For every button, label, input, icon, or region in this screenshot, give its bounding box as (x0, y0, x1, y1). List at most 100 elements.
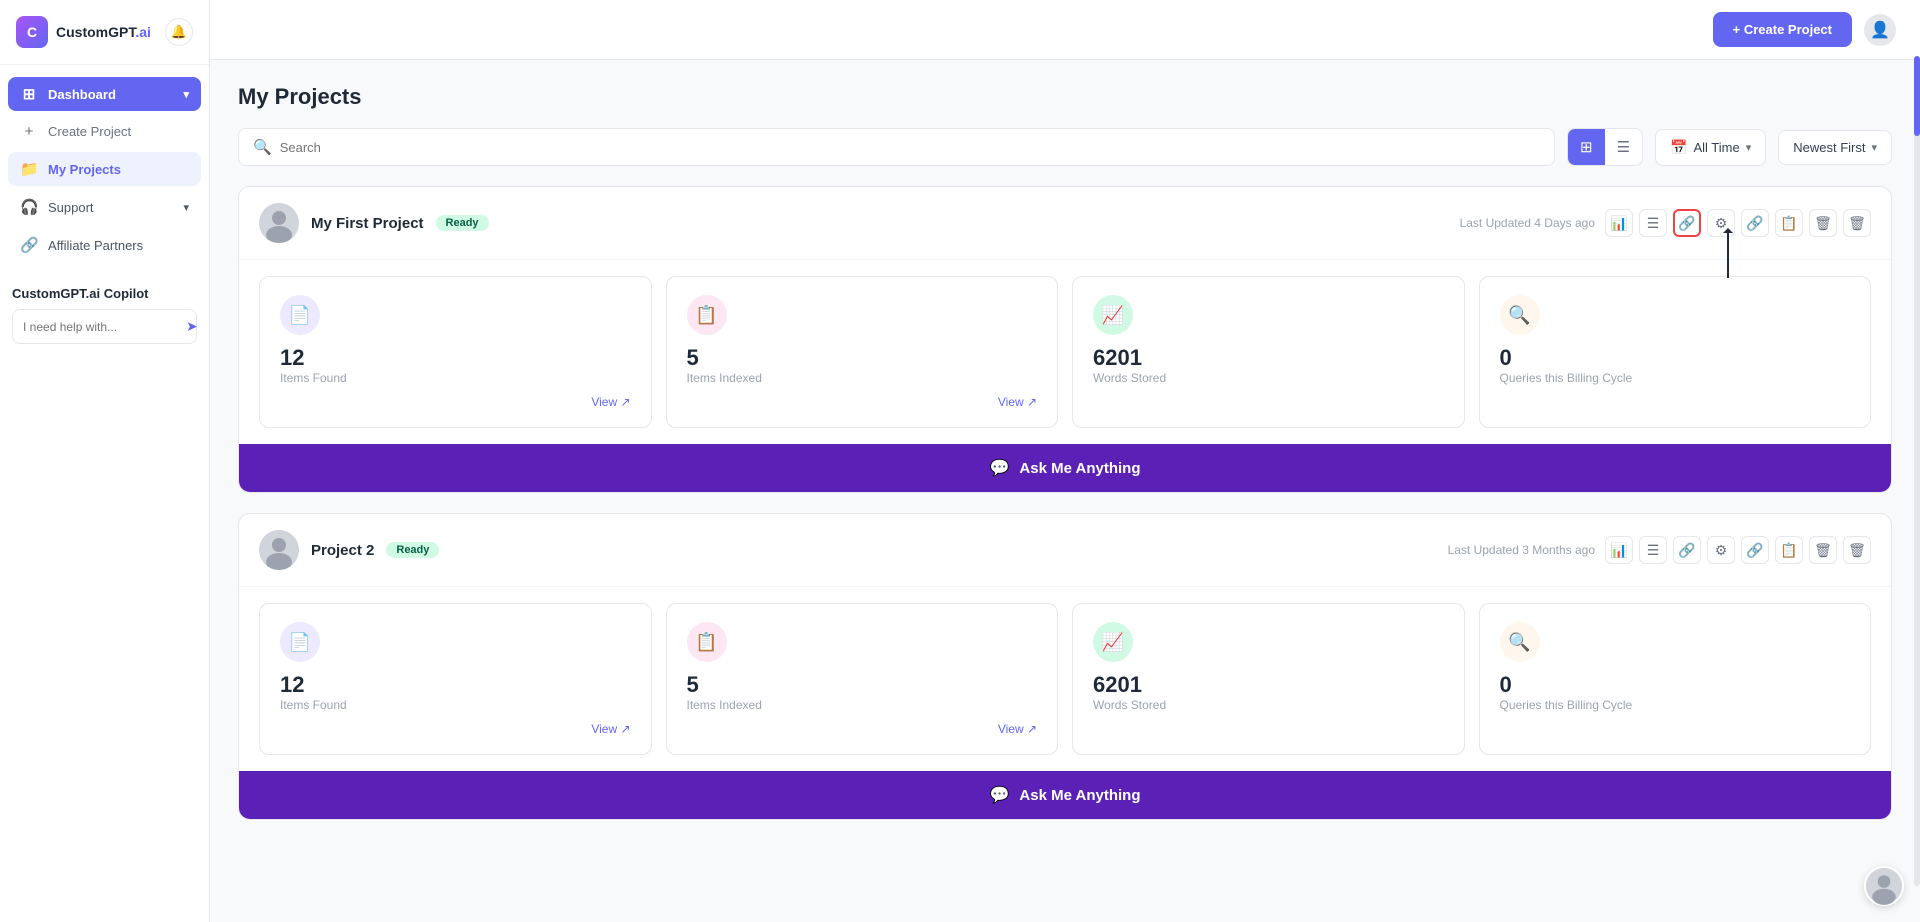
items-found-view-link[interactable]: View ↗ (591, 395, 630, 409)
share-icon[interactable]: 🔗 (1741, 536, 1769, 564)
stat-number: 6201 Words Stored (1093, 672, 1444, 712)
chevron-down-icon: ▾ (183, 88, 189, 101)
user-avatar-bottom[interactable] (1864, 866, 1904, 906)
stat-words-stored-2: 📈 6201 Words Stored (1072, 603, 1465, 755)
stat-number: 6201 Words Stored (1093, 345, 1444, 385)
list-icon[interactable]: ☰ (1639, 209, 1667, 237)
stat-number: 0 Queries this Billing Cycle (1500, 672, 1851, 712)
chat-icon: 💬 (989, 785, 1009, 805)
sidebar: C CustomGPT.ai 🔔 ⊞ Dashboard ▾ + Create … (0, 0, 210, 922)
copilot-section: CustomGPT.ai Copilot ➤ (0, 274, 209, 344)
stat-number: 0 Queries this Billing Cycle (1500, 345, 1851, 385)
settings-icon[interactable]: ⚙ (1707, 536, 1735, 564)
dashboard-icon: ⊞ (20, 85, 38, 103)
words-stored-icon: 📈 (1093, 622, 1133, 662)
sidebar-item-label: Support (48, 200, 94, 215)
queries-icon: 🔍 (1500, 622, 1540, 662)
sidebar-item-label: My Projects (48, 162, 121, 177)
logo-text: CustomGPT.ai (56, 24, 151, 40)
send-icon[interactable]: ➤ (186, 318, 198, 335)
sidebar-item-label: Affiliate Partners (48, 238, 143, 253)
delete-icon-1[interactable]: 🗑 (1809, 536, 1837, 564)
stats-icon[interactable]: 📊 (1605, 209, 1633, 237)
create-project-button[interactable]: + Create Project (1713, 12, 1852, 47)
page-title: My Projects (238, 84, 1892, 110)
stat-number: 5 Items Indexed (687, 345, 1038, 385)
main-content: + Create Project 👤 My Projects 🔍 ⊞ ☰ 📅 A… (210, 0, 1920, 922)
list-view-button[interactable]: ☰ (1605, 129, 1642, 165)
chevron-down-icon: ▾ (183, 201, 189, 214)
sort-label: Newest First (1793, 140, 1865, 155)
calendar-icon: 📅 (1670, 139, 1687, 156)
support-icon: 🎧 (20, 198, 38, 216)
items-indexed-view-link-2[interactable]: View ↗ (998, 722, 1037, 736)
delete-icon-2[interactable]: 🗑 (1843, 536, 1871, 564)
project-2-header: Project 2 Ready Last Updated 3 Months ag… (239, 514, 1891, 587)
stat-number: 12 Items Found (280, 345, 631, 385)
stat-items-indexed-1: 📋 5 Items Indexed View ↗ (666, 276, 1059, 428)
stat-number: 12 Items Found (280, 672, 631, 712)
sidebar-item-dashboard[interactable]: ⊞ Dashboard ▾ (8, 77, 201, 111)
project-card-2: Project 2 Ready Last Updated 3 Months ag… (238, 513, 1892, 820)
view-toggle: ⊞ ☰ (1567, 128, 1643, 166)
main-header: + Create Project 👤 (210, 0, 1920, 60)
link-icon[interactable]: 🔗 (1673, 536, 1701, 564)
page-content: My Projects 🔍 ⊞ ☰ 📅 All Time ▾ Newest Fi… (210, 60, 1920, 922)
stat-items-indexed-2: 📋 5 Items Indexed View ↗ (666, 603, 1059, 755)
sidebar-item-label: Create Project (48, 124, 131, 139)
affiliate-icon: 🔗 (20, 236, 38, 254)
stats-icon[interactable]: 📊 (1605, 536, 1633, 564)
logo-icon: C (16, 16, 48, 48)
queries-icon: 🔍 (1500, 295, 1540, 335)
sidebar-item-support[interactable]: 🎧 Support ▾ (8, 190, 201, 224)
words-stored-icon: 📈 (1093, 295, 1133, 335)
project-2-avatar (259, 530, 299, 570)
project-1-header: My First Project Ready Last Updated 4 Da… (239, 187, 1891, 260)
share-icon[interactable]: 🔗 (1741, 209, 1769, 237)
link-icon[interactable]: 🔗 (1673, 209, 1701, 237)
delete-icon-1[interactable]: 🗑 (1809, 209, 1837, 237)
search-box[interactable]: 🔍 (238, 128, 1555, 166)
copilot-input-box[interactable]: ➤ (12, 309, 197, 344)
project-card-1: My First Project Ready Last Updated 4 Da… (238, 186, 1892, 493)
items-found-icon: 📄 (280, 622, 320, 662)
items-indexed-icon: 📋 (687, 622, 727, 662)
sidebar-item-affiliate-partners[interactable]: 🔗 Affiliate Partners (8, 228, 201, 262)
list-icon[interactable]: ☰ (1639, 536, 1667, 564)
items-found-icon: 📄 (280, 295, 320, 335)
copy-icon[interactable]: 📋 (1775, 209, 1803, 237)
delete-icon-2[interactable]: 🗑 (1843, 209, 1871, 237)
grid-view-button[interactable]: ⊞ (1568, 129, 1605, 165)
ask-bar-label: Ask Me Anything (1019, 787, 1140, 804)
project-1-avatar (259, 203, 299, 243)
copilot-title: CustomGPT.ai Copilot (12, 286, 197, 301)
project-2-status: Ready (386, 542, 439, 558)
items-indexed-view-link[interactable]: View ↗ (998, 395, 1037, 409)
copy-icon[interactable]: 📋 (1775, 536, 1803, 564)
sidebar-item-my-projects[interactable]: 📁 My Projects (8, 152, 201, 186)
project-2-stats: 📄 12 Items Found View ↗ 📋 5 Items Indexe… (239, 587, 1891, 771)
notification-bell-icon[interactable]: 🔔 (165, 18, 193, 46)
sort-filter[interactable]: Newest First ▾ (1778, 130, 1892, 165)
copilot-input[interactable] (23, 320, 178, 334)
stat-words-stored-1: 📈 6201 Words Stored (1072, 276, 1465, 428)
project-1-meta: Last Updated 4 Days ago 📊 ☰ 🔗 ⚙ 🔗 📋 🗑 🗑 (1460, 209, 1871, 237)
stat-number: 5 Items Indexed (687, 672, 1038, 712)
chevron-down-icon: ▾ (1746, 141, 1752, 154)
scrollbar[interactable] (1914, 56, 1920, 886)
sidebar-item-label: Dashboard (48, 87, 116, 102)
ask-me-anything-bar-2[interactable]: 💬 Ask Me Anything (239, 771, 1891, 819)
header-avatar: 👤 (1864, 14, 1896, 46)
project-2-last-updated: Last Updated 3 Months ago (1448, 543, 1595, 557)
scrollbar-thumb[interactable] (1914, 56, 1920, 136)
all-time-filter[interactable]: 📅 All Time ▾ (1655, 129, 1766, 166)
ask-bar-label: Ask Me Anything (1019, 460, 1140, 477)
chat-icon: 💬 (989, 458, 1009, 478)
items-found-view-link-2[interactable]: View ↗ (591, 722, 630, 736)
folder-icon: 📁 (20, 160, 38, 178)
ask-me-anything-bar-1[interactable]: 💬 Ask Me Anything (239, 444, 1891, 492)
items-indexed-icon: 📋 (687, 295, 727, 335)
search-input[interactable] (280, 140, 1540, 155)
sidebar-item-create-project[interactable]: + Create Project (8, 115, 201, 148)
chevron-down-icon: ▾ (1871, 141, 1877, 154)
